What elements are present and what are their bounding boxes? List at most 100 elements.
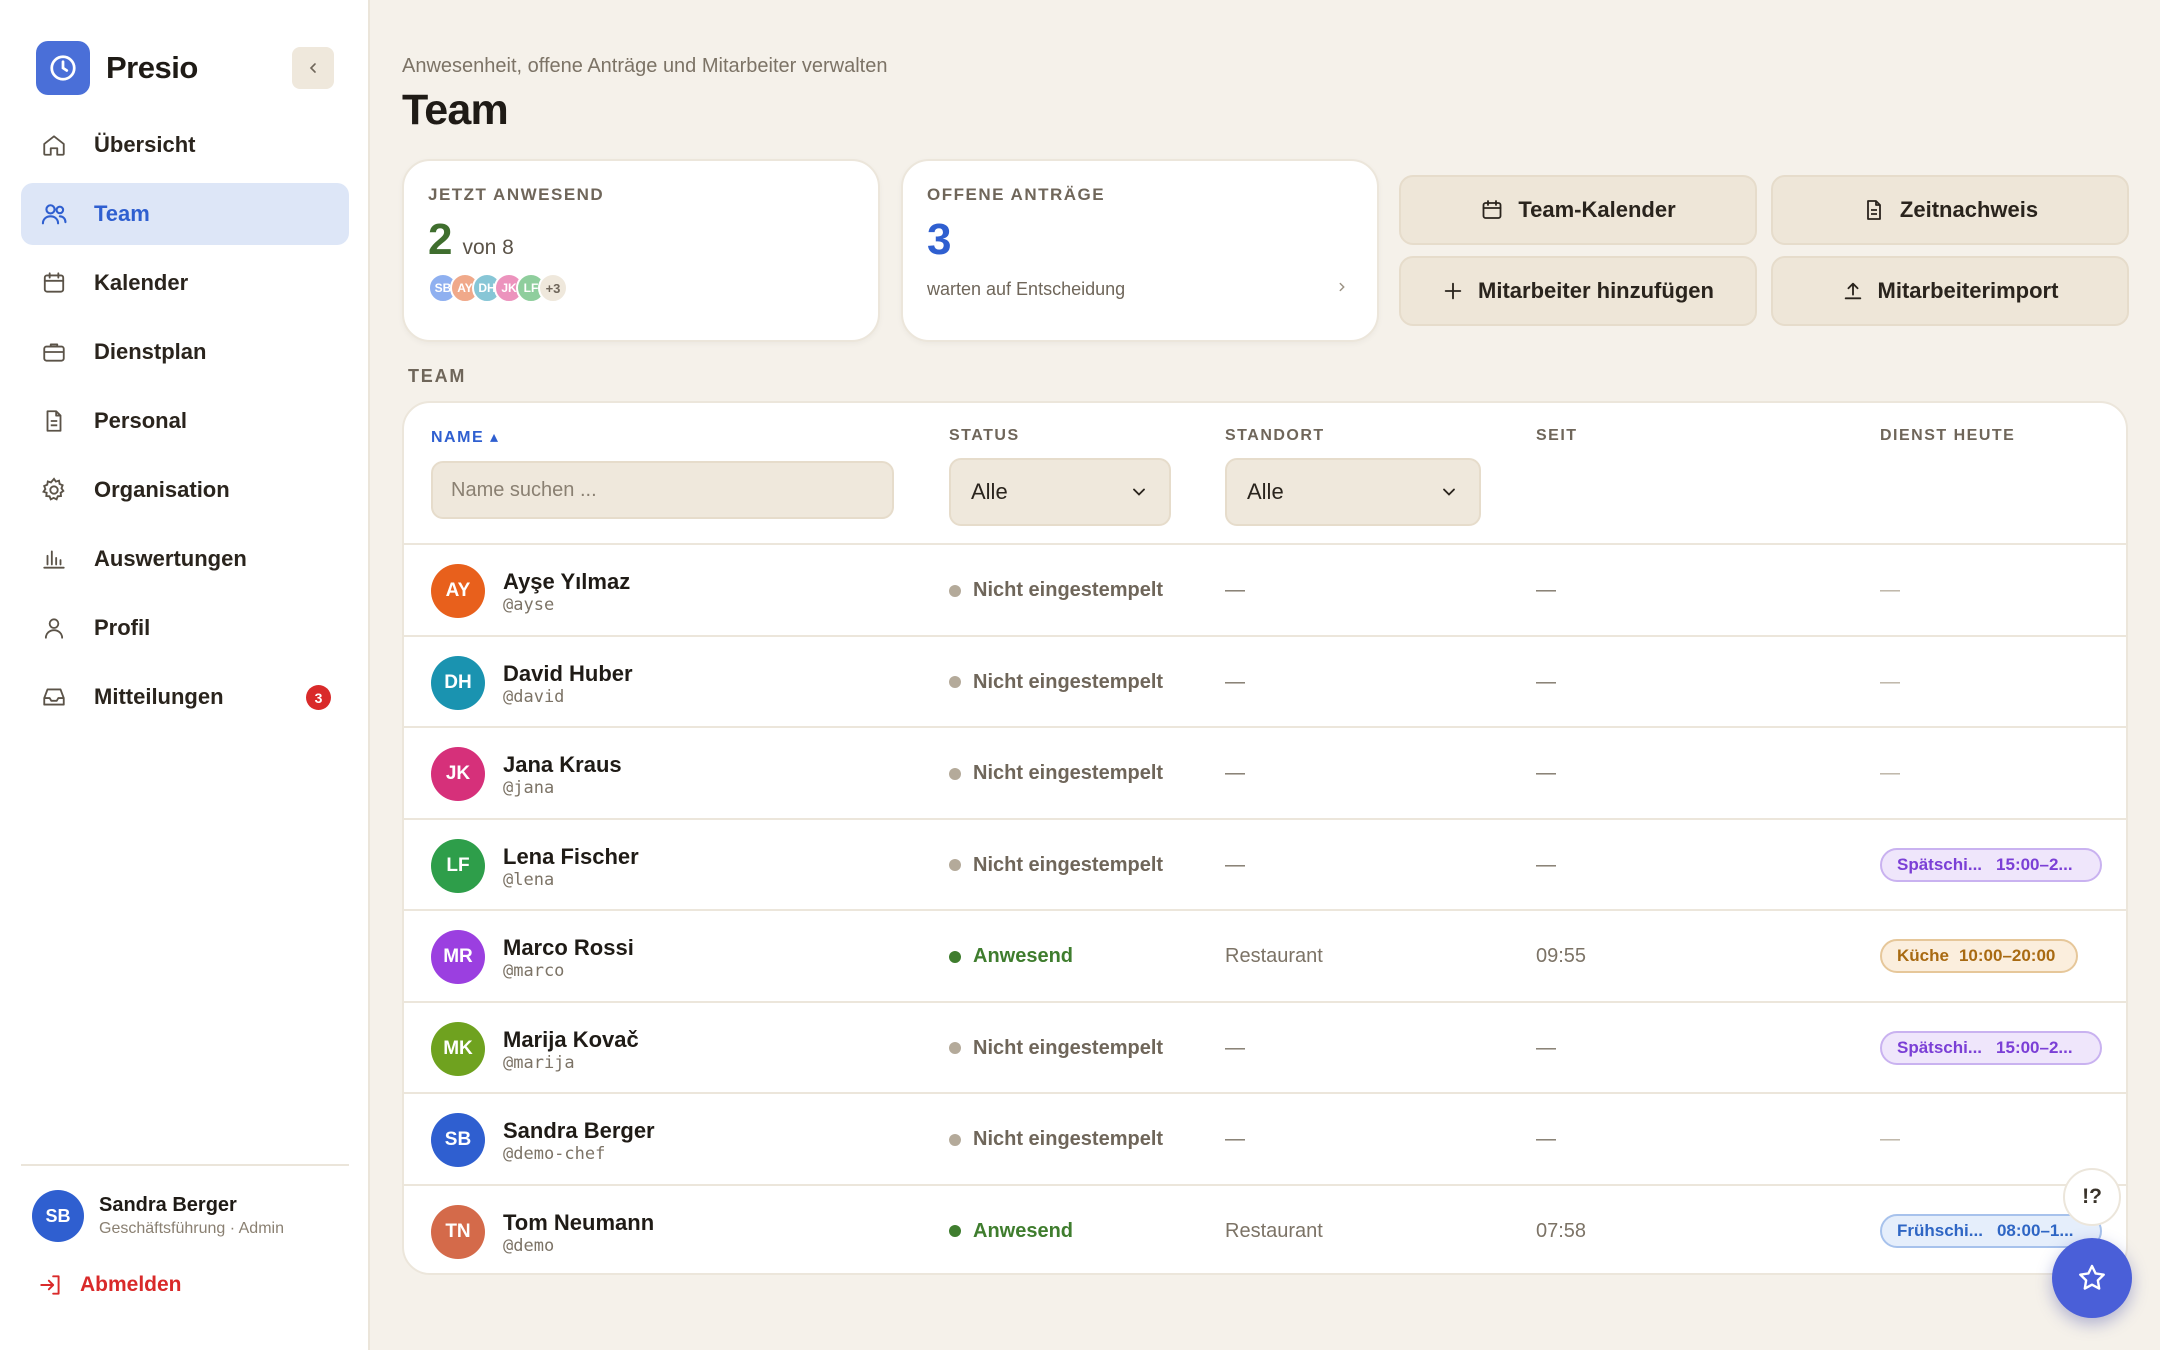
shift-cell: — (1880, 670, 1900, 693)
document-icon (39, 406, 69, 436)
status-dot (949, 1133, 961, 1146)
location-cell: — (1225, 579, 1245, 601)
current-user[interactable]: SB Sandra Berger Geschäftsführung · Admi… (32, 1190, 284, 1242)
logout-icon (38, 1272, 64, 1298)
table-row[interactable]: TN Tom Neumann @demo Anwesend Restaurant… (404, 1186, 2126, 1274)
collapse-sidebar-button[interactable] (292, 47, 334, 89)
notification-badge: 3 (306, 685, 331, 710)
employee-name[interactable]: Lena Fischer (503, 844, 639, 870)
shift-pill[interactable]: Spätschi... 15:00–2... (1880, 847, 2102, 882)
avatar: MR (431, 930, 485, 984)
avatar: LF (431, 838, 485, 893)
requests-card[interactable]: OFFENE ANTRÄGE 3 warten auf Entscheidung (901, 159, 1379, 342)
sidebar: Presio Übersicht Team Kalender Dienstpla… (0, 0, 370, 1350)
employee-name[interactable]: Marco Rossi (503, 935, 634, 961)
location-cell: — (1225, 762, 1245, 784)
employee-handle: @marco (503, 961, 565, 981)
since-cell: — (1536, 762, 1556, 784)
user-name: Sandra Berger (99, 1194, 237, 1216)
status-dot (949, 1042, 961, 1054)
present-label: JETZT ANWESEND (428, 185, 605, 204)
table-row[interactable]: LF Lena Fischer @lena Nicht eingestempel… (404, 820, 2126, 911)
shift-name: Spätschi... (1897, 1037, 1983, 1057)
employee-name[interactable]: Ayşe Yılmaz (503, 569, 630, 595)
app-name: Presio (106, 50, 198, 85)
brand[interactable]: Presio (36, 41, 198, 95)
location-cell: — (1225, 1036, 1245, 1059)
status-label: Nicht eingestempelt (973, 762, 1164, 784)
timesheet-button[interactable]: Zeitnachweis (1771, 175, 2129, 245)
employee-name[interactable]: David Huber (503, 661, 633, 687)
employee-name[interactable]: Marija Kovač (503, 1027, 639, 1053)
since-cell: 07:58 (1536, 1219, 1587, 1242)
location-filter-select[interactable]: Alle (1225, 458, 1481, 526)
plus-icon (1442, 280, 1464, 302)
sidebar-item-mitteilungen[interactable]: Mitteilungen 3 (21, 666, 349, 728)
since-cell: — (1536, 579, 1556, 601)
shift-cell: — (1880, 579, 1900, 601)
column-header-name[interactable]: NAME ▴ (431, 427, 500, 447)
add-employee-button[interactable]: Mitarbeiter hinzufügen (1399, 256, 1757, 326)
sidebar-item-team[interactable]: Team (21, 183, 349, 245)
document-icon (1862, 198, 1886, 222)
chevron-down-icon (1133, 488, 1145, 496)
employee-handle: @marija (503, 1052, 575, 1073)
help-button[interactable]: !? (2063, 1168, 2121, 1226)
sidebar-item-organisation[interactable]: Organisation (21, 459, 349, 521)
import-employees-button[interactable]: Mitarbeiterimport (1771, 256, 2129, 326)
timesheet-label: Zeitnachweis (1899, 197, 2039, 222)
sidebar-item-auswertungen[interactable]: Auswertungen (21, 528, 349, 590)
status-badge: Nicht eingestempelt (949, 1128, 1163, 1151)
sidebar-item-uebersicht[interactable]: Übersicht (21, 114, 349, 176)
logout-button[interactable]: Abmelden (38, 1272, 182, 1298)
status-badge: Nicht eingestempelt (949, 671, 1163, 694)
shift-cell: — (1880, 762, 1900, 784)
calendar-icon (1480, 198, 1504, 222)
avatar: MK (431, 1021, 485, 1076)
shift-name: Spätschi... (1897, 854, 1983, 874)
sidebar-item-label: Auswertungen (94, 546, 247, 571)
favorites-button[interactable] (2052, 1238, 2132, 1318)
table-row[interactable]: DH David Huber @david Nicht eingestempel… (404, 637, 2126, 728)
requests-label: OFFENE ANTRÄGE (927, 185, 1106, 204)
table-row[interactable]: MK Marija Kovač @marija Nicht eingestemp… (404, 1003, 2126, 1094)
table-row[interactable]: MR Marco Rossi @marco Anwesend Restauran… (404, 911, 2126, 1003)
import-employees-label: Mitarbeiterimport (1877, 278, 2059, 303)
sidebar-item-label: Übersicht (94, 132, 196, 157)
sidebar-item-dienstplan[interactable]: Dienstplan (21, 321, 349, 383)
status-badge: Nicht eingestempelt (949, 854, 1163, 877)
team-table: NAME ▴ STATUS STANDORT SEIT DIENST HEUTE… (402, 401, 2128, 1275)
employee-handle: @david (503, 686, 565, 707)
status-filter-select[interactable]: Alle (949, 458, 1171, 526)
column-header-status: STATUS (949, 427, 1020, 444)
sidebar-item-label: Organisation (94, 477, 230, 502)
table-row[interactable]: AY Ayşe Yılmaz @ayse Nicht eingestempelt… (404, 545, 2126, 637)
status-badge: Nicht eingestempelt (949, 762, 1163, 785)
shift-pill[interactable]: Frühschi... 08:00–1... (1880, 1213, 2102, 1248)
present-card: JETZT ANWESEND 2 von 8 SB AY DH JK LF +3 (402, 159, 880, 342)
employee-name[interactable]: Jana Kraus (503, 752, 622, 778)
page-title: Team (402, 86, 509, 134)
team-calendar-button[interactable]: Team-Kalender (1399, 175, 1757, 245)
shift-pill[interactable]: Küche 10:00–20:00 (1880, 939, 2078, 973)
sidebar-item-personal[interactable]: Personal (21, 390, 349, 452)
status-label: Nicht eingestempelt (973, 670, 1164, 693)
status-label: Anwesend (973, 1219, 1074, 1242)
employee-handle: @demo-chef (503, 1144, 606, 1164)
sidebar-item-kalender[interactable]: Kalender (21, 252, 349, 314)
employee-name[interactable]: Sandra Berger (503, 1118, 655, 1144)
avatar: SB (32, 1190, 84, 1242)
sidebar-item-profil[interactable]: Profil (21, 597, 349, 659)
name-search-input[interactable] (431, 461, 894, 519)
location-cell: Restaurant (1225, 1219, 1323, 1242)
shift-pill[interactable]: Spätschi... 15:00–2... (1880, 1030, 2102, 1065)
employee-handle: @jana (503, 778, 555, 798)
table-row[interactable]: JK Jana Kraus @jana Nicht eingestempelt … (404, 728, 2126, 820)
employee-name[interactable]: Tom Neumann (503, 1210, 654, 1236)
since-cell: — (1536, 1128, 1556, 1150)
status-dot (949, 676, 961, 688)
location-filter-value: Alle (1247, 479, 1284, 504)
table-row[interactable]: SB Sandra Berger @demo-chef Nicht einges… (404, 1094, 2126, 1186)
status-badge: Nicht eingestempelt (949, 1037, 1163, 1060)
sidebar-item-label: Kalender (94, 270, 189, 295)
